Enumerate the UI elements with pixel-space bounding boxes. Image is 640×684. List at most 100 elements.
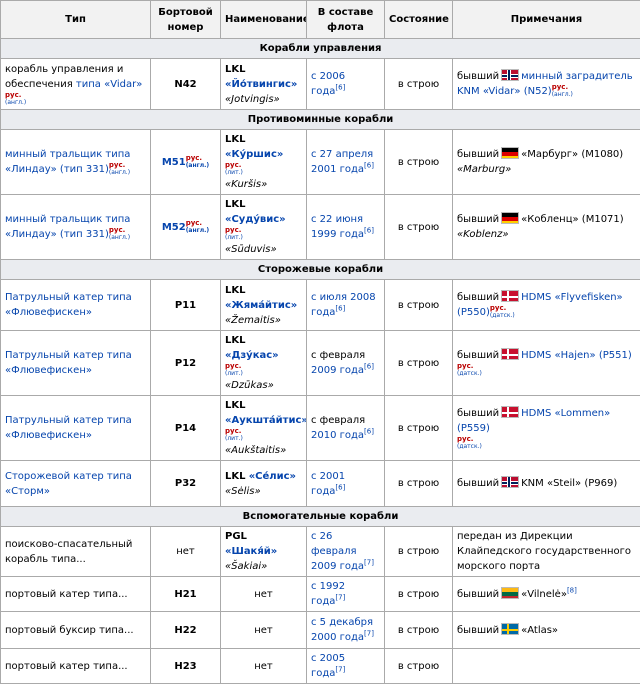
cell-number: M51рус.(англ.) [151,130,221,195]
cell-status: в строю [385,612,453,649]
ship-name-link[interactable]: «Ку́ршис» [225,149,283,160]
cell-status: в строю [385,649,453,684]
table-row: минный тральщик типа «Линдау» (тип 331)р… [1,195,640,260]
cell-name: LKL «Суду́вис»рус.(лит.)«Sūduvis» [221,195,307,260]
cell-type: портовый катер типа... [1,577,151,612]
fleet-table: Тип Бортовой номер Наименование В состав… [0,0,640,684]
since-link[interactable]: с 22 июня 1999 года [311,214,364,240]
column-header-notes: Примечания [453,1,640,39]
cell-name: нет [221,612,307,649]
cell-name: PGL «Шакя́й»«Šakiai» [221,527,307,577]
table-header-row: Тип Бортовой номер Наименование В состав… [1,1,640,39]
cell-status: в строю [385,130,453,195]
ship-name-link[interactable]: «Се́лис» [249,471,296,482]
type-link[interactable]: типа «Vidar» [76,79,142,90]
column-header-number: Бортовой номер [151,1,221,39]
cell-since: с 1992 года[7] [307,577,385,612]
ship-name-link[interactable]: «Йо́твингис» [225,79,297,90]
type-link[interactable]: Патрульный катер типа «Флювефискен» [5,292,132,318]
cell-status: в строю [385,527,453,577]
table-row: корабль управления и обеспечения типа «V… [1,59,640,110]
section-row-patrol: Сторожевые корабли [1,260,640,280]
number-link[interactable]: M52 [162,222,186,233]
cell-type: минный тральщик типа «Линдау» (тип 331)р… [1,130,151,195]
section-row-mine: Противоминные корабли [1,110,640,130]
cell-number: P14 [151,396,221,461]
table-row: Патрульный катер типа «Флювефискен» P12 … [1,331,640,396]
cell-number: H21 [151,577,221,612]
cell-type: портовый катер типа... [1,649,151,684]
cell-number: H22 [151,612,221,649]
number-link[interactable]: M51 [162,157,186,168]
cell-status: в строю [385,461,453,507]
ship-name-link[interactable]: «Суду́вис» [225,214,286,225]
cell-notes: бывшийHDMS «Lommen» (P559)рус.(датск.) [453,396,640,461]
cell-notes [453,649,640,684]
column-header-status: Состояние [385,1,453,39]
type-link[interactable]: Патрульный катер типа «Флювефискен» [5,415,132,441]
column-header-type: Тип [1,1,151,39]
germany-flag-icon [501,147,519,159]
cell-number: M52рус.(англ.) [151,195,221,260]
cell-number: P11 [151,280,221,331]
ship-name-link[interactable]: «Жяма́йтис» [225,300,297,311]
cell-notes: бывший«Марбург» (M1080)«Marburg» [453,130,640,195]
table-row: Патрульный катер типа «Флювефискен» P14 … [1,396,640,461]
cell-status: в строю [385,195,453,260]
cell-name: LKL «Ку́ршис»рус.(лит.)«Kuršis» [221,130,307,195]
cell-notes: передан из Дирекции Клайпедского государ… [453,527,640,577]
table-row: Патрульный катер типа «Флювефискен» P11 … [1,280,640,331]
cell-notes: бывшийHDMS «Hajen» (P551)рус.(датск.) [453,331,640,396]
cell-status: в строю [385,59,453,110]
cell-since: с февраля2009 года[6] [307,331,385,396]
column-header-name: Наименование [221,1,307,39]
cell-name: нет [221,649,307,684]
cell-notes: бывшийKNM «Steil» (P969) [453,461,640,507]
cell-name: нет [221,577,307,612]
cell-since: с 2005 года[7] [307,649,385,684]
cell-name: LKL«Жяма́йтис»«Žemaitis» [221,280,307,331]
cell-type: портовый буксир типа... [1,612,151,649]
cell-name: LKL «Се́лис»«Sėlis» [221,461,307,507]
cell-status: в строю [385,280,453,331]
since-link[interactable]: 2010 года [311,430,364,441]
cell-number: N42 [151,59,221,110]
cell-since: с 5 декабря 2000 года[7] [307,612,385,649]
cell-status: в строю [385,331,453,396]
cell-since: с 26 февраля 2009 года[7] [307,527,385,577]
cell-number: нет [151,527,221,577]
table-row: Сторожевой катер типа «Сторм» P32 LKL «С… [1,461,640,507]
section-row-control: Корабли управления [1,39,640,59]
lithuania-flag-icon [501,587,519,599]
section-title: Противоминные корабли [1,110,640,130]
lang-tag: рус.(англ.) [5,92,26,106]
ship-name-link[interactable]: «Аукшта́йтис» [225,415,307,426]
ship-name-link[interactable]: «Шакя́й» [225,546,277,557]
cell-name: LKL«Йо́твингис»«Jotvingis» [221,59,307,110]
cell-type: Патрульный катер типа «Флювефискен» [1,396,151,461]
ship-name-link[interactable]: «Дзу́кас» [225,350,279,361]
germany-flag-icon [501,212,519,224]
cell-since: с 22 июня 1999 года[6] [307,195,385,260]
type-link[interactable]: Сторожевой катер типа «Сторм» [5,471,132,497]
cell-type: минный тральщик типа «Линдау» (тип 331)р… [1,195,151,260]
cell-name: LKL «Дзу́кас»рус.(лит.)«Dzūkas» [221,331,307,396]
cell-number: P32 [151,461,221,507]
since-link[interactable]: с 26 февраля 2009 года [311,531,364,572]
cell-since: с 27 апреля 2001 года[6] [307,130,385,195]
cell-type: Сторожевой катер типа «Сторм» [1,461,151,507]
norway-flag-icon [501,69,519,81]
type-link[interactable]: Патрульный катер типа «Флювефискен» [5,350,132,376]
note-link[interactable]: HDMS «Hajen» (P551) [521,350,632,361]
norway-flag-icon [501,476,519,488]
cell-notes: бывшийминный заградитель KNM «Vidar» (N5… [453,59,640,110]
cell-type: поисково-спасательный корабль типа... [1,527,151,577]
table-row: портовый катер типа... H23 нет с 2005 го… [1,649,640,684]
cell-since: с июля 2008 года[6] [307,280,385,331]
cell-notes: бывший«Atlas» [453,612,640,649]
cell-type: корабль управления и обеспечения типа «V… [1,59,151,110]
since-link[interactable]: 2009 года [311,365,364,376]
cell-notes: бывшийHDMS «Flyvefisken» (P550)рус.(датс… [453,280,640,331]
denmark-flag-icon [501,406,519,418]
cell-status: в строю [385,396,453,461]
